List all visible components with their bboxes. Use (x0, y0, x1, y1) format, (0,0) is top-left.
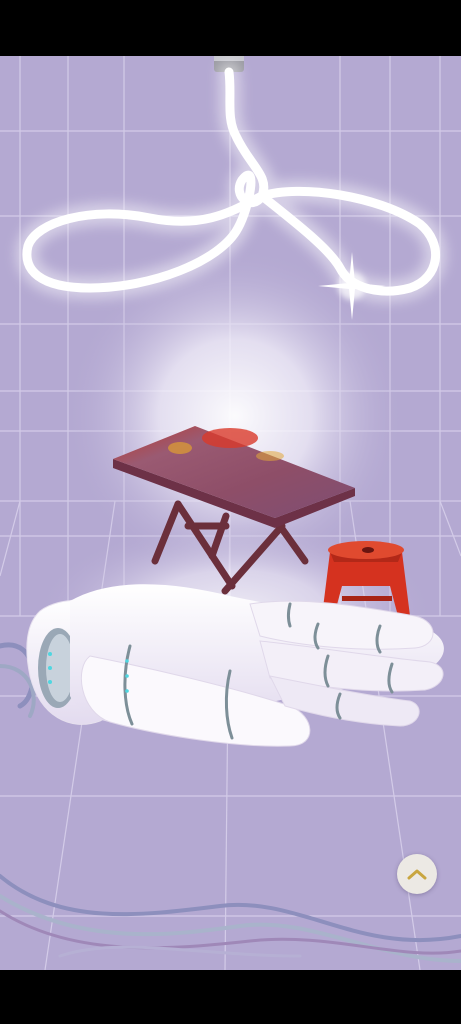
status-bar (0, 0, 461, 56)
scroll-up-button[interactable] (397, 854, 437, 894)
illustration (0, 56, 461, 970)
chevron-up-icon (407, 869, 427, 880)
navigation-bar (0, 970, 461, 1024)
illustration-canvas (0, 56, 461, 970)
